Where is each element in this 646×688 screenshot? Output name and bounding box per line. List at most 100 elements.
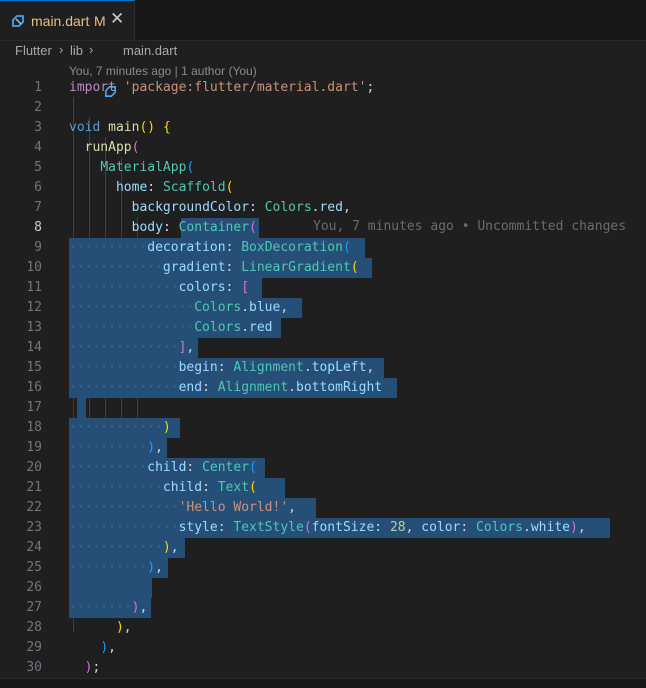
code-token: ·············· bbox=[69, 280, 179, 295]
tab-label: main.dart bbox=[31, 13, 90, 29]
tab-main-dart[interactable]: main.dart M ✕ bbox=[0, 0, 135, 40]
code-line[interactable]: void main() { bbox=[69, 118, 171, 138]
chevron-right-icon: › bbox=[89, 42, 94, 57]
breadcrumb-item-main-dart[interactable]: main.dart bbox=[123, 43, 177, 58]
code-token: import bbox=[69, 80, 116, 95]
code-editor[interactable]: 1 import 'package:flutter/material.dart';… bbox=[0, 78, 646, 687]
code-token: ( bbox=[342, 240, 351, 255]
code-line[interactable]: ··············], bbox=[69, 338, 194, 358]
code-line[interactable]: ············child: Text( bbox=[69, 478, 257, 498]
code-token: ; bbox=[92, 660, 101, 675]
editor-tab-bar: main.dart M ✕ bbox=[0, 0, 646, 41]
code-token: ········ bbox=[69, 600, 132, 615]
codelens-blame[interactable]: You, 7 minutes ago | 1 author (You) bbox=[69, 64, 257, 78]
line-number: 15 bbox=[26, 360, 42, 375]
code-line[interactable]: ············) bbox=[69, 418, 171, 438]
code-line[interactable]: ··········decoration: BoxDecoration( bbox=[69, 238, 351, 258]
code-token: Text bbox=[217, 480, 250, 495]
line-number: 5 bbox=[34, 160, 42, 175]
code-line[interactable]: ··············begin: Alignment.topLeft, bbox=[69, 358, 374, 378]
code-token: , bbox=[288, 500, 296, 515]
code-line[interactable]: import 'package:flutter/material.dart'; bbox=[69, 78, 374, 98]
code-token: body bbox=[131, 220, 163, 235]
line-number: 17 bbox=[26, 400, 42, 415]
code-token: child bbox=[147, 460, 187, 475]
line-number: 30 bbox=[26, 660, 42, 675]
code-line[interactable]: home: Scaffold( bbox=[69, 178, 233, 198]
code-line[interactable]: ), bbox=[69, 638, 116, 658]
code-token: colors bbox=[178, 280, 226, 295]
code-token: ) bbox=[115, 620, 124, 635]
code-line[interactable]: ··········child: Center( bbox=[69, 458, 257, 478]
line-number: 8 bbox=[34, 220, 42, 235]
code-token: , bbox=[108, 640, 116, 655]
code-token: : bbox=[374, 520, 390, 535]
code-token: ( bbox=[249, 460, 257, 475]
code-token: Colors bbox=[194, 300, 242, 315]
code-line[interactable]: ··············end: Alignment.bottomRight bbox=[69, 378, 382, 398]
line-number: 24 bbox=[26, 540, 42, 555]
code-token: ( bbox=[249, 220, 257, 235]
code-line[interactable]: ············), bbox=[69, 538, 179, 558]
line-number: 11 bbox=[26, 280, 42, 295]
breadcrumb-item-flutter[interactable]: Flutter bbox=[15, 43, 52, 58]
line-number: 1 bbox=[34, 80, 42, 95]
code-line[interactable]: ··········), bbox=[69, 558, 163, 578]
line-number: 12 bbox=[26, 300, 42, 315]
code-token: ) bbox=[147, 440, 156, 455]
code-token: decoration bbox=[147, 240, 226, 255]
code-token: ( bbox=[303, 520, 312, 535]
code-token: , bbox=[123, 620, 132, 635]
line-number: 21 bbox=[26, 480, 42, 495]
code-line[interactable]: body: Container( bbox=[69, 218, 257, 238]
close-icon[interactable]: ✕ bbox=[110, 9, 124, 29]
code-token: TextStyle bbox=[233, 520, 304, 535]
code-token: : bbox=[225, 260, 242, 275]
chevron-right-icon: › bbox=[59, 42, 64, 57]
code-token: : bbox=[217, 520, 234, 535]
code-line[interactable]: ··············'Hello World!', bbox=[69, 498, 296, 518]
line-number: 16 bbox=[26, 380, 42, 395]
code-token: Scaffold bbox=[162, 180, 226, 195]
line-number: 22 bbox=[26, 500, 42, 515]
code-token: end bbox=[178, 380, 203, 395]
code-token: fontSize bbox=[311, 520, 375, 535]
code-token: ················ bbox=[69, 320, 195, 335]
line-number: 14 bbox=[26, 340, 42, 355]
line-number: 4 bbox=[34, 140, 42, 155]
code-token: . bbox=[288, 380, 296, 395]
code-token: [ bbox=[241, 280, 250, 295]
code-line[interactable]: ················Colors.blue, bbox=[69, 298, 288, 318]
line-number: 28 bbox=[26, 620, 42, 635]
code-line[interactable]: ··············style: TextStyle(fontSize:… bbox=[69, 518, 586, 538]
code-line[interactable]: ········), bbox=[69, 598, 147, 618]
code-line[interactable]: ), bbox=[69, 618, 132, 638]
code-token: ················ bbox=[69, 300, 195, 315]
line-number: 7 bbox=[34, 200, 42, 215]
code-line[interactable]: runApp( bbox=[69, 138, 140, 158]
line-number: 25 bbox=[26, 560, 42, 575]
code-line[interactable]: ··········), bbox=[69, 438, 163, 458]
code-line[interactable]: ); bbox=[69, 658, 101, 678]
code-token: : bbox=[147, 180, 163, 195]
code-line[interactable]: MaterialApp( bbox=[69, 158, 194, 178]
code-token: : bbox=[460, 520, 477, 535]
breadcrumb: Flutter › lib › main.dart bbox=[0, 40, 646, 97]
line-number: 20 bbox=[26, 460, 42, 475]
code-line[interactable]: ············gradient: LinearGradient( bbox=[69, 258, 359, 278]
code-line[interactable]: ················Colors.red bbox=[69, 318, 273, 338]
line-number: 9 bbox=[34, 240, 42, 255]
code-token: , bbox=[577, 520, 586, 535]
code-token: ( bbox=[131, 140, 140, 155]
code-line[interactable]: backgroundColor: Colors.red, bbox=[69, 198, 351, 218]
code-token: ·········· bbox=[69, 240, 148, 255]
breadcrumb-item-lib[interactable]: lib bbox=[70, 43, 83, 58]
code-token: ( bbox=[225, 180, 234, 195]
code-line[interactable]: ··············colors: [ bbox=[69, 278, 249, 298]
code-token: child bbox=[162, 480, 203, 495]
